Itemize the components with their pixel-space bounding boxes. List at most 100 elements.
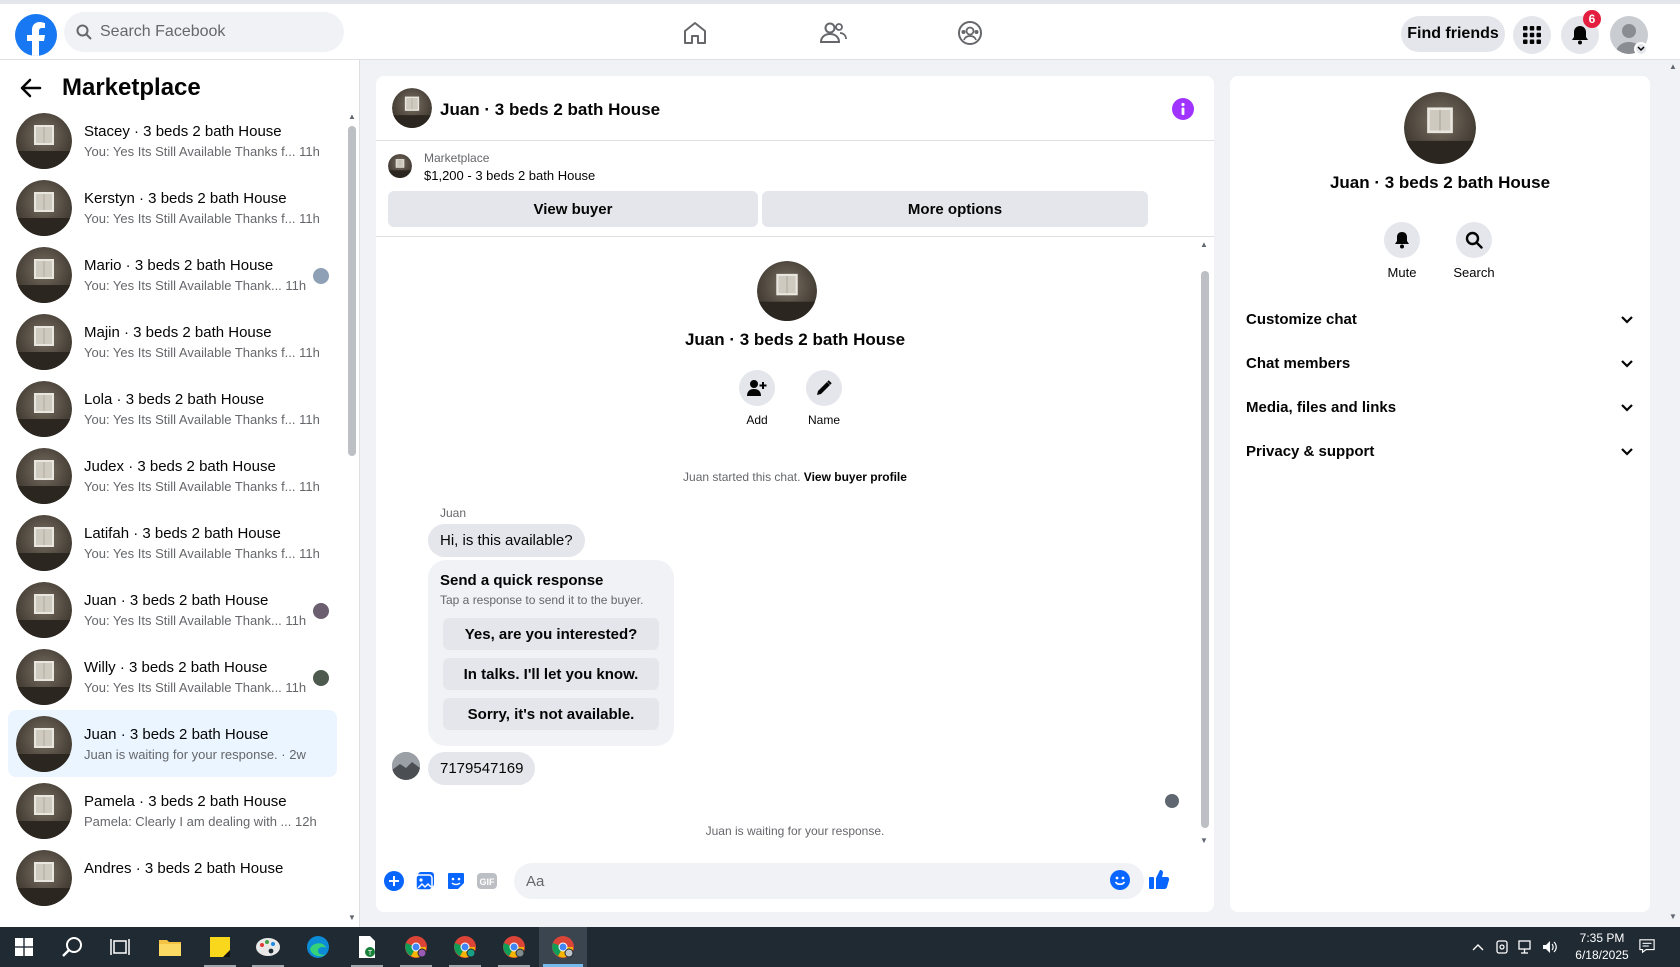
windows-start-icon[interactable] — [0, 927, 48, 967]
search-input[interactable] — [100, 23, 320, 41]
network-icon[interactable] — [1518, 939, 1534, 955]
details-avatar[interactable] — [1404, 92, 1476, 164]
quick-response-in-talks-button[interactable]: In talks. I'll let you know. — [443, 658, 659, 690]
conversation-thumbnail — [16, 716, 72, 772]
contact-avatar[interactable] — [757, 261, 817, 321]
photo-icon[interactable] — [414, 870, 436, 892]
paint-app-icon[interactable] — [244, 927, 292, 967]
quick-response-yes-button[interactable]: Yes, are you interested? — [443, 618, 659, 650]
gif-icon[interactable]: GIF — [476, 870, 498, 892]
groups-icon[interactable] — [955, 18, 985, 48]
chat-started-notice: Juan started this chat. View buyer profi… — [376, 470, 1214, 484]
conversation-name: Willy · 3 beds 2 bath House — [84, 659, 268, 676]
back-arrow-icon[interactable] — [20, 78, 42, 98]
conversation-name: Juan · 3 beds 2 bath House — [84, 592, 269, 609]
task-view-icon[interactable] — [96, 927, 144, 967]
account-chevron-down-icon[interactable] — [1634, 42, 1648, 56]
listing-price-title: $1,200 - 3 beds 2 bath House — [424, 168, 596, 183]
conversation-thumbnail — [16, 314, 72, 370]
details-name: Juan · 3 beds 2 bath House — [1329, 173, 1551, 192]
media-files-links-section[interactable]: Media, files and links — [1246, 389, 1634, 425]
system-clock[interactable]: 7:35 PM 6/18/2025 — [1562, 930, 1642, 964]
waiting-notice: Juan is waiting for your response. — [705, 824, 885, 838]
conversation-thumbnail — [16, 180, 72, 236]
mute-action[interactable]: Mute — [1372, 222, 1432, 280]
started-text: Juan started this chat. — [683, 470, 801, 484]
chat-scroll-up-arrow[interactable]: ▲ — [1200, 240, 1208, 249]
like-thumbs-up-icon[interactable] — [1148, 868, 1170, 890]
chrome-profile-3-icon[interactable] — [490, 927, 538, 967]
find-friends-button[interactable]: Find friends — [1401, 16, 1505, 52]
phone-number-message[interactable]: 7179547169 — [428, 752, 536, 785]
search-icon — [76, 24, 92, 40]
search-bar[interactable] — [64, 12, 344, 52]
sticky-notes-icon[interactable] — [196, 927, 244, 967]
svg-text:GIF: GIF — [480, 877, 496, 887]
facebook-logo[interactable] — [15, 14, 57, 56]
emoji-icon[interactable] — [1109, 869, 1131, 891]
add-label: Add — [746, 413, 768, 427]
view-buyer-button[interactable]: View buyer — [388, 191, 758, 227]
chat-scrollbar[interactable] — [1201, 271, 1209, 828]
conversation-name: Judex · 3 beds 2 bath House — [84, 458, 276, 475]
sender-avatar[interactable] — [392, 752, 420, 780]
home-icon[interactable] — [680, 18, 710, 48]
preview-text: Juan is waiting for your response. — [84, 747, 278, 762]
add-people-action[interactable]: Add — [727, 370, 787, 427]
edit-name-action[interactable]: Name — [794, 370, 854, 427]
preview-text: You: Yes Its Still Available Thanks f... — [84, 546, 296, 561]
menu-grid-icon[interactable] — [1513, 16, 1551, 54]
conversation-row[interactable]: Juan · 3 beds 2 bath House Juan is waitin… — [8, 710, 337, 777]
scroll-down-arrow[interactable]: ▼ — [348, 913, 356, 922]
sticker-icon[interactable] — [445, 870, 467, 892]
chat-scroll-down-arrow[interactable]: ▼ — [1200, 836, 1208, 845]
chat-header-name[interactable]: Juan · 3 beds 2 bath House — [440, 100, 660, 120]
conversation-row[interactable]: Mario · 3 beds 2 bath House You: Yes Its … — [8, 241, 337, 308]
conversation-row[interactable]: Kerstyn · 3 beds 2 bath House You: Yes It… — [8, 174, 337, 241]
conversation-row[interactable]: Pamela · 3 beds 2 bath House Pamela: Clea… — [8, 777, 337, 844]
chrome-profile-4-icon[interactable] — [539, 927, 587, 967]
action-center-icon[interactable] — [1639, 938, 1655, 954]
message-bubble[interactable]: Hi, is this available? — [428, 524, 585, 557]
edge-browser-icon[interactable] — [294, 927, 342, 967]
customize-chat-section[interactable]: Customize chat — [1246, 301, 1634, 337]
taskbar-search-icon[interactable] — [48, 927, 96, 967]
chat-header-avatar[interactable] — [392, 88, 432, 128]
conversation-row[interactable]: Judex · 3 beds 2 bath House You: Yes Its … — [8, 442, 337, 509]
plus-circle-icon[interactable] — [383, 870, 405, 892]
sidebar-header: Marketplace — [20, 74, 201, 102]
chat-header: Juan · 3 beds 2 bath House — [376, 76, 1214, 141]
page-scrollbar[interactable] — [1666, 60, 1680, 927]
more-options-button[interactable]: More options — [762, 191, 1148, 227]
page-scroll-down-arrow[interactable]: ▼ — [1669, 912, 1677, 921]
quick-response-not-available-button[interactable]: Sorry, it's not available. — [443, 698, 659, 730]
search-in-conversation-action[interactable]: Search — [1444, 222, 1504, 280]
volume-icon[interactable] — [1542, 939, 1558, 955]
conversation-row[interactable]: Willy · 3 beds 2 bath House You: Yes Its … — [8, 643, 337, 710]
add-person-icon — [747, 379, 767, 397]
tray-chevron-up-icon[interactable] — [1470, 939, 1486, 955]
bell-icon — [1394, 231, 1410, 249]
message-input[interactable] — [514, 863, 1144, 899]
conversation-row[interactable]: Lola · 3 beds 2 bath House You: Yes Its S… — [8, 375, 337, 442]
conversation-row[interactable]: Majin · 3 beds 2 bath House You: Yes Its … — [8, 308, 337, 375]
chrome-profile-1-icon[interactable] — [392, 927, 440, 967]
chevron-down-icon — [1620, 447, 1634, 456]
sidebar-scrollbar[interactable] — [348, 126, 356, 456]
conversation-row[interactable]: Latifah · 3 beds 2 bath House You: Yes It… — [8, 509, 337, 576]
info-icon[interactable] — [1172, 98, 1194, 120]
quick-response-card: Send a quick response Tap a response to … — [428, 560, 674, 746]
scroll-up-arrow[interactable]: ▲ — [348, 112, 356, 121]
chat-members-section[interactable]: Chat members — [1246, 345, 1634, 381]
view-buyer-profile-link[interactable]: View buyer profile — [804, 470, 907, 484]
privacy-support-section[interactable]: Privacy & support — [1246, 433, 1634, 469]
tray-device-icon[interactable] — [1494, 939, 1510, 955]
conversation-row[interactable]: Juan · 3 beds 2 bath House You: Yes Its S… — [8, 576, 337, 643]
conversation-row[interactable]: Stacey · 3 beds 2 bath House You: Yes Its… — [8, 107, 337, 174]
friends-icon[interactable] — [818, 18, 848, 48]
chrome-profile-2-icon[interactable] — [441, 927, 489, 967]
conversation-row[interactable]: Andres · 3 beds 2 bath House — [8, 844, 337, 911]
sheets-file-icon[interactable]: T — [343, 927, 391, 967]
file-explorer-icon[interactable] — [146, 927, 194, 967]
page-scroll-up-arrow[interactable]: ▲ — [1669, 62, 1677, 71]
